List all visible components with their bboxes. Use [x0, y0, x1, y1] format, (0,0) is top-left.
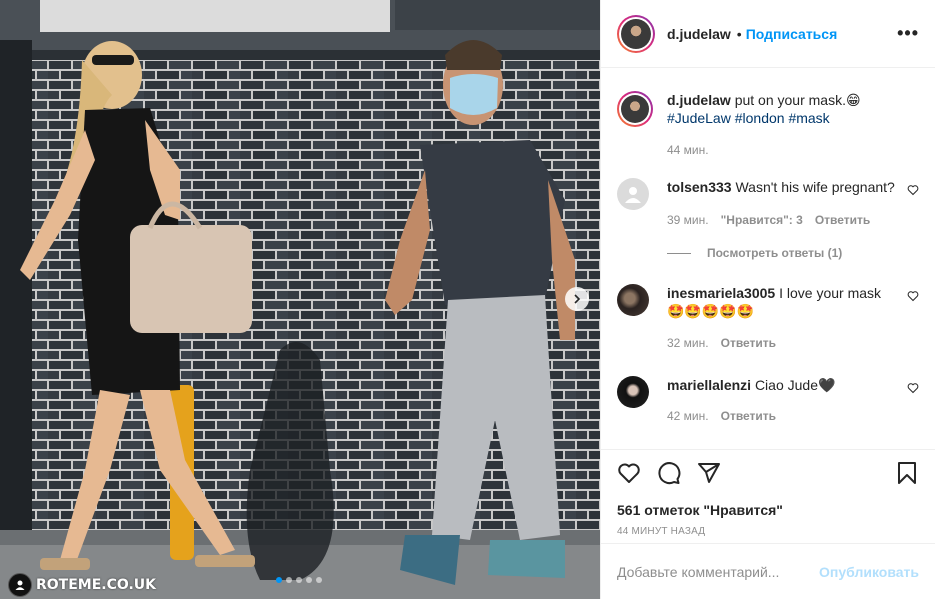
- hashtag-link[interactable]: #JudeLaw: [667, 110, 731, 126]
- comment-item: inesmariela3005 I love your mask 🤩🤩🤩🤩🤩 3…: [617, 284, 919, 352]
- view-replies-label: Посмотреть ответы (1): [707, 246, 843, 260]
- commenter-avatar[interactable]: [617, 284, 649, 316]
- post-sidebar: d.judelaw • Подписаться ••• d.judelaw pu…: [600, 0, 935, 599]
- slide-dot: [316, 577, 322, 583]
- post-timestamp[interactable]: 44 минут назад: [617, 526, 919, 537]
- comment-icon[interactable]: [657, 461, 681, 485]
- caption: d.judelaw put on your mask.😁 #JudeLaw #l…: [617, 91, 919, 159]
- caption-text: put on your mask.: [734, 92, 846, 108]
- bookmark-icon[interactable]: [895, 461, 919, 485]
- comments-list[interactable]: d.judelaw put on your mask.😁 #JudeLaw #l…: [601, 68, 935, 449]
- watermark-text: ROTEME.CO.UK: [36, 577, 157, 593]
- follow-button[interactable]: Подписаться: [746, 26, 838, 42]
- more-options-button[interactable]: •••: [897, 23, 919, 44]
- commenter-username[interactable]: inesmariela3005: [667, 285, 775, 301]
- add-comment-bar: Опубликовать: [601, 543, 935, 599]
- reply-button[interactable]: Ответить: [721, 334, 776, 352]
- view-replies-button[interactable]: Посмотреть ответы (1): [667, 246, 919, 260]
- like-heart-icon[interactable]: [617, 461, 641, 485]
- reply-button[interactable]: Ответить: [815, 211, 870, 229]
- comment-input[interactable]: [617, 563, 820, 580]
- publish-button[interactable]: Опубликовать: [819, 564, 919, 580]
- commenter-username[interactable]: mariellalenzi: [667, 377, 751, 393]
- heart-icon[interactable]: [907, 382, 919, 394]
- slide-indicator: [276, 577, 322, 583]
- commenter-avatar[interactable]: [617, 178, 649, 210]
- comment-text: Ciao Jude🖤: [754, 377, 836, 393]
- commenter-username[interactable]: tolsen333: [667, 179, 732, 195]
- comment-time[interactable]: 42 мин.: [667, 407, 709, 425]
- reply-button[interactable]: Ответить: [721, 407, 776, 425]
- author-username[interactable]: d.judelaw: [667, 26, 731, 42]
- comment-item: tolsen333 Wasn't his wife pregnant? 39 м…: [617, 178, 919, 229]
- slide-dot: [276, 577, 282, 583]
- hashtag-link[interactable]: #mask: [788, 110, 829, 126]
- heart-icon[interactable]: [907, 184, 919, 196]
- hashtag-link[interactable]: #london: [735, 110, 785, 126]
- comment-text: Wasn't his wife pregnant?: [735, 179, 895, 195]
- comment-time[interactable]: 32 мин.: [667, 334, 709, 352]
- commenter-avatar[interactable]: [617, 376, 649, 408]
- share-icon[interactable]: [697, 461, 721, 485]
- comment-text: I love your mask: [779, 285, 882, 301]
- post-actions: 561 отметок "Нравится" 44 минут назад: [601, 449, 935, 537]
- caption-username[interactable]: d.judelaw: [667, 92, 731, 108]
- slide-dot: [306, 577, 312, 583]
- post-photo[interactable]: ROTEME.CO.UK: [0, 0, 600, 599]
- caption-time[interactable]: 44 мин.: [667, 141, 709, 159]
- user-tag-icon[interactable]: [8, 573, 32, 597]
- chevron-right-icon: [574, 294, 581, 304]
- caption-emoji: 😁: [845, 92, 861, 108]
- heart-icon[interactable]: [907, 290, 919, 302]
- comment-time[interactable]: 39 мин.: [667, 211, 709, 229]
- likes-count[interactable]: 561 отметок "Нравится": [617, 502, 919, 518]
- comment-item: mariellalenzi Ciao Jude🖤 42 мин. Ответит…: [617, 376, 919, 425]
- separator-dot: •: [736, 25, 742, 42]
- next-slide-button[interactable]: [565, 287, 589, 311]
- street-photo-image: [0, 0, 600, 599]
- default-avatar-icon: [625, 187, 641, 203]
- author-avatar[interactable]: [617, 14, 655, 53]
- comment-likes[interactable]: "Нравится": 3: [721, 211, 803, 229]
- slide-dot: [286, 577, 292, 583]
- watermark: ROTEME.CO.UK: [8, 573, 156, 597]
- post-header: d.judelaw • Подписаться •••: [601, 0, 935, 68]
- caption-avatar[interactable]: [617, 91, 653, 127]
- comment-emoji: 🤩🤩🤩🤩🤩: [667, 303, 755, 319]
- slide-dot: [296, 577, 302, 583]
